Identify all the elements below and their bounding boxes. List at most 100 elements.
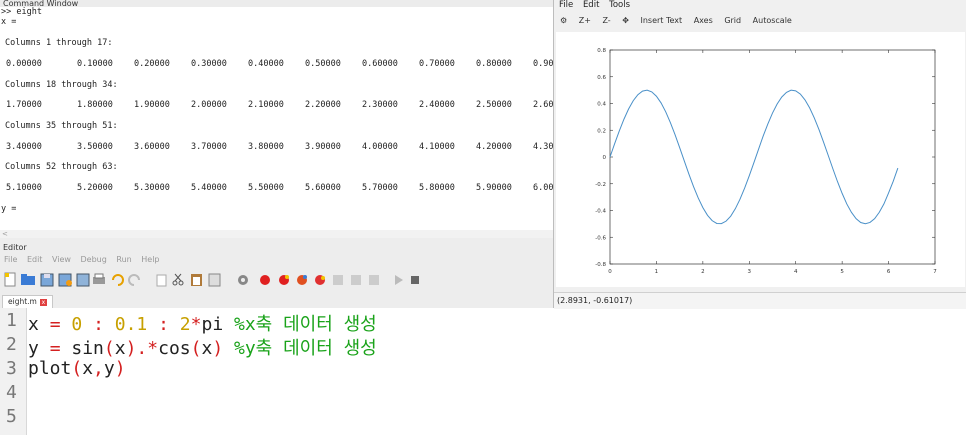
line-number: 5 xyxy=(6,406,17,427)
line-chart[interactable]: 0 1 2 3 4 5 6 7 0.8 0.6 0.4 0.2 0 -0.2 -0.4 -0.6 -0.8 xyxy=(556,32,965,287)
array-value: 3.90000 xyxy=(305,142,341,152)
array-value: 5.10000 xyxy=(6,183,42,193)
save-all-icon[interactable] xyxy=(76,273,90,287)
insert-text-button[interactable]: Insert Text xyxy=(640,16,682,25)
array-value: 5.60000 xyxy=(305,183,341,193)
settings-gear-icon[interactable] xyxy=(238,275,248,285)
x-tick-label: 6 xyxy=(887,269,891,275)
code-token: 0 xyxy=(71,314,94,335)
y-tick-label: 0 xyxy=(603,155,607,161)
cut-icon[interactable] xyxy=(172,273,184,286)
rotate-icon[interactable]: ⚙ xyxy=(560,16,567,25)
code-comment: %y축 데이터 생성 xyxy=(234,338,377,359)
columns-header: Columns 1 through 17: xyxy=(5,38,113,48)
code-line-3[interactable]: plot(x,y) xyxy=(28,358,126,379)
array-value: 0.00000 xyxy=(6,59,42,69)
code-token: ) xyxy=(114,358,126,379)
array-value: 2.50000 xyxy=(476,100,512,110)
array-value: 5.40000 xyxy=(191,183,227,193)
figure-menu-file[interactable]: File xyxy=(559,0,573,10)
breakpoint-clear-icon[interactable] xyxy=(297,275,307,285)
step-in-icon[interactable] xyxy=(351,275,361,285)
code-line-1[interactable]: x = 0 : 0.1 : 2*pi %x축 데이터 생성 xyxy=(28,310,377,336)
y-tick-label: -0.6 xyxy=(595,235,606,241)
array-value: 1.70000 xyxy=(6,100,42,110)
array-value: 3.60000 xyxy=(134,142,170,152)
y-tick-label: -0.4 xyxy=(595,209,606,215)
copy-icon[interactable] xyxy=(156,274,167,287)
figure-menu-edit[interactable]: Edit xyxy=(583,0,599,10)
figure-toolbar: ⚙ Z+ Z- ✥ Insert Text Axes Grid Autoscal… xyxy=(560,16,801,25)
new-file-icon[interactable] xyxy=(4,272,16,287)
array-value: 0.10000 xyxy=(77,59,113,69)
breakpoint-icon[interactable] xyxy=(260,275,270,285)
zoom-out-button[interactable]: Z- xyxy=(602,16,610,25)
menu-run[interactable]: Run xyxy=(116,255,131,264)
step-out-icon[interactable] xyxy=(369,275,379,285)
step-icon[interactable] xyxy=(333,275,343,285)
command-window[interactable]: Command Window >> eight x = Columns 1 th… xyxy=(0,0,553,238)
continue-icon[interactable] xyxy=(395,275,403,285)
code-token: plot xyxy=(28,358,72,379)
array-value: 4.20000 xyxy=(476,142,512,152)
plot-area[interactable]: 0 1 2 3 4 5 6 7 0.8 0.6 0.4 0.2 0 -0.2 -0.4 -0.6 -0.8 xyxy=(556,32,965,287)
save-icon[interactable] xyxy=(40,273,54,287)
y-tick-label: 0.2 xyxy=(597,128,606,134)
breakpoint-remove-all-icon[interactable] xyxy=(315,275,325,285)
menu-edit[interactable]: Edit xyxy=(27,255,43,264)
x-tick-label: 7 xyxy=(933,269,937,275)
line-number: 1 xyxy=(6,310,17,331)
menu-help[interactable]: Help xyxy=(141,255,159,264)
variable-y-label: y = xyxy=(1,204,17,214)
autoscale-button[interactable]: Autoscale xyxy=(753,16,792,25)
array-value: 0.40000 xyxy=(248,59,284,69)
tab-eight-m[interactable]: eight.m x xyxy=(2,295,53,308)
code-token: x xyxy=(82,358,94,379)
x-tick-label: 0 xyxy=(608,269,612,275)
menu-debug[interactable]: Debug xyxy=(81,255,107,264)
axes-button[interactable]: Axes xyxy=(694,16,713,25)
y-tick-label: -0.8 xyxy=(595,262,606,268)
close-icon[interactable]: x xyxy=(39,298,47,306)
array-value: 0.60000 xyxy=(362,59,398,69)
y-tick-label: -0.2 xyxy=(595,182,606,188)
line-number: 4 xyxy=(6,382,17,403)
code-token: : xyxy=(158,314,180,335)
paste-icon[interactable] xyxy=(191,274,202,286)
array-value: 2.40000 xyxy=(419,100,455,110)
zoom-in-button[interactable]: Z+ xyxy=(579,16,591,25)
array-value: 0.20000 xyxy=(134,59,170,69)
editor-toolbar-icons xyxy=(4,272,419,287)
code-line-2[interactable]: y = sin(x).*cos(x) %y축 데이터 생성 xyxy=(28,334,377,360)
array-value: 2.30000 xyxy=(362,100,398,110)
grid-button[interactable]: Grid xyxy=(724,16,741,25)
code-editor[interactable]: 1 2 3 4 5 x = 0 : 0.1 : 2*pi %x축 데이터 생성 … xyxy=(0,308,966,435)
save-as-icon[interactable] xyxy=(58,273,72,287)
code-token: ( xyxy=(71,358,83,379)
array-value: 5.80000 xyxy=(419,183,455,193)
stop-icon[interactable] xyxy=(411,276,419,284)
menu-file[interactable]: File xyxy=(4,255,17,264)
open-folder-icon[interactable] xyxy=(21,274,35,285)
find-icon[interactable] xyxy=(208,273,221,287)
menu-view[interactable]: View xyxy=(52,255,71,264)
y-tick-label: 0.8 xyxy=(597,48,606,54)
redo-icon[interactable] xyxy=(128,274,140,286)
array-value: 0.50000 xyxy=(305,59,341,69)
code-token: sin xyxy=(71,338,104,359)
pan-icon[interactable]: ✥ xyxy=(622,16,629,25)
array-value: 5.90000 xyxy=(476,183,512,193)
editor-menu-bar: File Edit View Debug Run Help xyxy=(4,255,167,264)
code-token: x xyxy=(201,338,213,359)
figure-menu-tools[interactable]: Tools xyxy=(609,0,630,10)
code-token: 0.1 xyxy=(114,314,159,335)
code-token: y xyxy=(28,338,50,359)
scroll-left-icon[interactable]: < xyxy=(2,230,8,238)
print-icon[interactable] xyxy=(93,273,105,284)
horizontal-scrollbar[interactable]: < xyxy=(0,230,553,238)
prompt-line: >> eight xyxy=(1,7,42,17)
breakpoint-conditional-icon[interactable] xyxy=(279,275,289,285)
undo-icon[interactable] xyxy=(112,274,124,286)
x-tick-label: 3 xyxy=(748,269,752,275)
code-token: cos xyxy=(158,338,191,359)
